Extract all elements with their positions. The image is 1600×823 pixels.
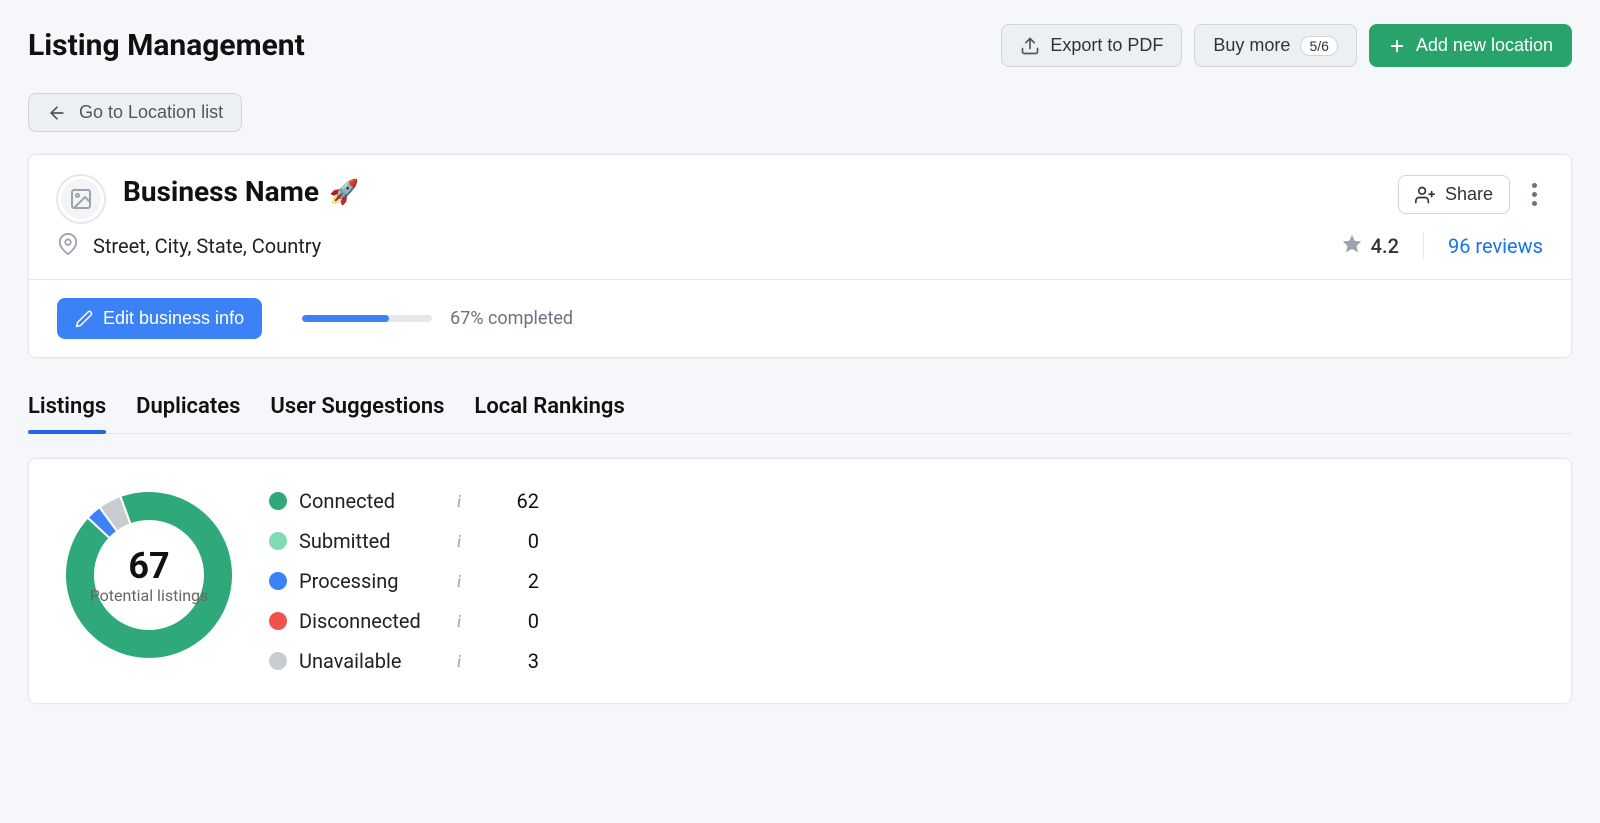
potential-listings-donut: 67 Potential listings bbox=[59, 485, 239, 665]
share-button[interactable]: Share bbox=[1398, 175, 1510, 214]
business-image-placeholder-icon bbox=[57, 175, 105, 223]
pencil-icon bbox=[75, 310, 93, 328]
business-emoji: 🚀 bbox=[329, 178, 359, 206]
legend-row-processing: Processing i2 bbox=[269, 569, 539, 593]
legend-label: Processing bbox=[299, 569, 439, 593]
legend-dot bbox=[269, 612, 287, 630]
tab-user-suggestions[interactable]: User Suggestions bbox=[270, 394, 444, 433]
share-label: Share bbox=[1445, 184, 1493, 205]
more-menu-button[interactable] bbox=[1526, 177, 1543, 212]
rating-value: 4.2 bbox=[1371, 234, 1399, 258]
buy-more-count-badge: 5/6 bbox=[1300, 36, 1337, 56]
star-icon bbox=[1341, 233, 1363, 259]
donut-label: Potential listings bbox=[90, 587, 209, 605]
business-card: Business Name 🚀 Share Street, City, Stat… bbox=[28, 154, 1572, 358]
plus-icon bbox=[1388, 37, 1406, 55]
legend-value: 62 bbox=[479, 489, 539, 513]
legend-label: Unavailable bbox=[299, 649, 439, 673]
legend-row-submitted: Submitted i0 bbox=[269, 529, 539, 553]
rating-block: 4.2 bbox=[1341, 233, 1399, 259]
share-icon bbox=[1415, 185, 1435, 205]
tab-local-rankings[interactable]: Local Rankings bbox=[474, 394, 624, 433]
legend-dot bbox=[269, 572, 287, 590]
legend-row-connected: Connected i 62 bbox=[269, 489, 539, 513]
separator bbox=[1423, 233, 1424, 259]
legend-dot bbox=[269, 532, 287, 550]
export-pdf-label: Export to PDF bbox=[1050, 35, 1163, 56]
export-icon bbox=[1020, 36, 1040, 56]
info-icon[interactable]: i bbox=[451, 651, 467, 672]
edit-business-info-label: Edit business info bbox=[103, 308, 244, 329]
edit-business-info-button[interactable]: Edit business info bbox=[57, 298, 262, 339]
export-pdf-button[interactable]: Export to PDF bbox=[1001, 24, 1182, 67]
location-pin-icon bbox=[57, 233, 79, 259]
legend-dot bbox=[269, 652, 287, 670]
progress-block: 67% completed bbox=[302, 308, 573, 329]
listings-summary-card: 67 Potential listings Connected i 62 Submit… bbox=[28, 458, 1572, 704]
legend-row-unavailable: Unavailable i3 bbox=[269, 649, 539, 673]
legend-label: Submitted bbox=[299, 529, 439, 553]
back-to-location-list-button[interactable]: Go to Location list bbox=[28, 93, 242, 132]
donut-total: 67 bbox=[128, 545, 169, 587]
buy-more-button[interactable]: Buy more 5/6 bbox=[1194, 24, 1357, 67]
info-icon[interactable]: i bbox=[451, 491, 467, 512]
tab-duplicates[interactable]: Duplicates bbox=[136, 394, 240, 433]
business-address: Street, City, State, Country bbox=[93, 234, 1327, 258]
tab-listings[interactable]: Listings bbox=[28, 394, 106, 433]
back-label: Go to Location list bbox=[79, 102, 223, 123]
arrow-left-icon bbox=[47, 103, 67, 123]
legend-label: Disconnected bbox=[299, 609, 439, 633]
info-icon[interactable]: i bbox=[451, 571, 467, 592]
legend-row-disconnected: Disconnected i0 bbox=[269, 609, 539, 633]
add-location-button[interactable]: Add new location bbox=[1369, 24, 1572, 67]
legend-value: 3 bbox=[479, 649, 539, 673]
reviews-link[interactable]: 96 reviews bbox=[1448, 234, 1543, 258]
legend-value: 2 bbox=[479, 569, 539, 593]
progress-fill bbox=[302, 315, 389, 322]
tabs: Listings Duplicates User Suggestions Local … bbox=[28, 394, 1572, 434]
progress-label: 67% completed bbox=[450, 308, 573, 329]
page-title: Listing Management bbox=[28, 28, 989, 63]
buy-more-label: Buy more bbox=[1213, 35, 1290, 56]
legend-value: 0 bbox=[479, 529, 539, 553]
business-name: Business Name bbox=[123, 175, 319, 208]
legend-dot bbox=[269, 492, 287, 510]
legend-label: Connected bbox=[299, 489, 439, 513]
info-icon[interactable]: i bbox=[451, 611, 467, 632]
listings-legend: Connectedi62Submittedi0Processingi2Disco… bbox=[269, 485, 539, 673]
info-icon[interactable]: i bbox=[451, 531, 467, 552]
add-location-label: Add new location bbox=[1416, 35, 1553, 56]
legend-value: 0 bbox=[479, 609, 539, 633]
progress-bar bbox=[302, 315, 432, 322]
